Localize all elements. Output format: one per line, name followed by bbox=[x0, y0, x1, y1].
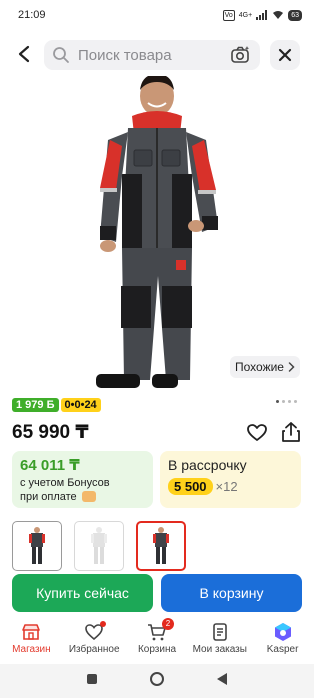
installment-card[interactable]: В рассрочку 5 500 ×12 bbox=[160, 451, 301, 508]
signal-icon bbox=[256, 10, 268, 20]
bonus-coin-icon bbox=[81, 490, 96, 502]
nav-favorites[interactable]: Избранное bbox=[63, 621, 125, 662]
bonus-price: 64 011 ₸ bbox=[20, 457, 80, 474]
close-icon bbox=[278, 48, 292, 62]
network-type: 4G+ bbox=[238, 11, 253, 19]
status-bar: 21:09 Vo 4G+ 63 bbox=[0, 0, 314, 30]
search-bar[interactable] bbox=[44, 40, 260, 70]
product-badges: 1 979 Б 0•0•24 bbox=[12, 398, 101, 412]
variant-dark-red[interactable] bbox=[12, 521, 62, 571]
bonus-description: с учетом Бонусов при оплате bbox=[20, 476, 145, 504]
shop-icon bbox=[22, 624, 41, 640]
square-icon bbox=[86, 674, 97, 684]
chevron-right-icon bbox=[288, 362, 295, 372]
kasper-icon bbox=[274, 623, 291, 641]
camera-search-button[interactable] bbox=[230, 44, 252, 66]
gallery-dot-4 bbox=[294, 400, 297, 403]
battery-icon: 63 bbox=[288, 9, 302, 21]
wifi-icon bbox=[273, 11, 284, 19]
gallery-dot-1 bbox=[276, 400, 279, 403]
variant-thumbnail bbox=[91, 527, 107, 564]
orders-icon bbox=[212, 623, 227, 641]
installment-amount: 5 500 bbox=[168, 478, 213, 495]
nav-kasper[interactable]: Kasper bbox=[252, 622, 314, 662]
status-time: 21:09 bbox=[18, 9, 46, 21]
variant-selector bbox=[12, 521, 186, 571]
bonus-price-card[interactable]: 64 011 ₸ с учетом Бонусов при оплате bbox=[12, 451, 153, 508]
system-navigation-bar bbox=[0, 664, 314, 698]
nav-label: Мои заказы bbox=[192, 644, 247, 655]
product-image[interactable] bbox=[0, 76, 314, 392]
add-to-cart-button[interactable]: В корзину bbox=[161, 574, 302, 612]
search-input[interactable] bbox=[78, 46, 218, 64]
gallery-dot-2 bbox=[282, 400, 285, 403]
share-icon bbox=[282, 422, 300, 442]
bonus-badge: 1 979 Б bbox=[12, 398, 59, 412]
bottom-navigation: Магазин Избранное 2 Корзина Мои заказы K… bbox=[0, 618, 314, 662]
nav-cart[interactable]: 2 Корзина bbox=[126, 618, 188, 662]
recents-button[interactable] bbox=[86, 672, 98, 690]
variant-light-gray[interactable] bbox=[74, 521, 124, 571]
nav-shop[interactable]: Магазин bbox=[0, 622, 62, 662]
heart-icon bbox=[247, 424, 267, 441]
bonus-text-line1: с учетом Бонусов bbox=[20, 477, 110, 489]
triangle-back-icon bbox=[217, 672, 228, 685]
nav-label: Корзина bbox=[137, 644, 177, 655]
installment-badge: 0•0•24 bbox=[60, 398, 101, 412]
nav-label: Магазин bbox=[12, 644, 51, 655]
home-button[interactable] bbox=[149, 671, 165, 692]
close-button[interactable] bbox=[270, 40, 300, 70]
search-header bbox=[0, 36, 314, 72]
installment-multiplier: ×12 bbox=[215, 479, 238, 494]
buy-now-button[interactable]: Купить сейчас bbox=[12, 574, 153, 612]
product-price: 65 990 ₸ bbox=[12, 422, 89, 443]
gallery-indicator bbox=[276, 400, 297, 403]
variant-thumbnail bbox=[153, 527, 169, 564]
nav-label: Избранное bbox=[68, 644, 120, 655]
chevron-left-icon bbox=[18, 45, 30, 63]
bonus-text-line2: при оплате bbox=[20, 491, 77, 503]
volte-icon: Vo bbox=[222, 9, 235, 21]
nav-orders[interactable]: Мои заказы bbox=[189, 622, 251, 662]
installment-title: В рассрочку bbox=[168, 457, 247, 473]
camera-icon bbox=[231, 46, 250, 63]
variant-thumbnail bbox=[29, 527, 45, 564]
similar-button[interactable]: Похожие bbox=[230, 356, 300, 378]
gallery-dot-3 bbox=[288, 400, 291, 403]
favorites-dot bbox=[100, 621, 107, 627]
back-button[interactable] bbox=[12, 42, 36, 66]
nav-label: Kasper bbox=[266, 644, 299, 655]
similar-label: Похожие bbox=[235, 360, 284, 374]
variant-dark-red-selected[interactable] bbox=[136, 521, 186, 571]
favorite-button[interactable] bbox=[246, 422, 268, 444]
system-back-button[interactable] bbox=[216, 672, 228, 691]
cart-count-badge: 2 bbox=[161, 618, 174, 630]
circle-icon bbox=[149, 671, 164, 686]
share-button[interactable] bbox=[280, 420, 302, 444]
search-icon bbox=[53, 47, 69, 63]
